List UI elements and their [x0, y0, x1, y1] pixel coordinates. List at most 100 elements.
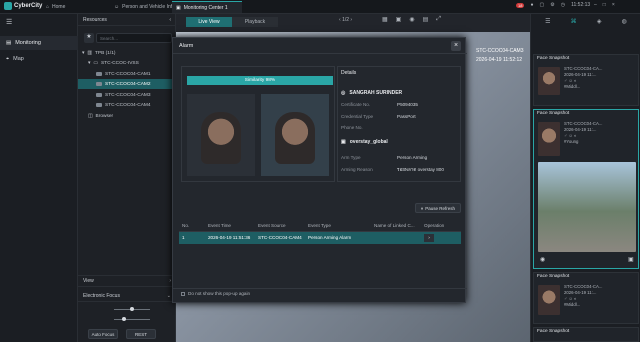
snapshot-thumbnail [538, 67, 560, 95]
detail-key: Certificate No. [341, 102, 371, 107]
close-icon[interactable]: × [451, 40, 461, 51]
dont-show-checkbox[interactable] [181, 291, 185, 296]
column-header: No. [179, 220, 205, 232]
face-tab-icon[interactable]: ⌘ [571, 18, 577, 25]
vehicle-icon[interactable]: ◈ [597, 18, 602, 25]
snapshot-title: Face Snapshot [537, 111, 570, 116]
cell-operation: › [421, 231, 461, 244]
registered-face-image [261, 94, 329, 176]
focus-slider[interactable] [114, 319, 150, 320]
tree-device[interactable]: ▾ ▭ STC-CCOC-IVSS [78, 58, 176, 68]
tree-cam3[interactable]: STC-CCOC04-CAM3 [78, 90, 176, 100]
next-page-icon[interactable]: › [350, 17, 352, 23]
tab-live-view[interactable]: Live View [186, 17, 232, 27]
browser-icon: ◫ [88, 113, 93, 119]
column-header: Event Source [255, 220, 305, 232]
view-label: View [83, 278, 94, 284]
column-header: Name of Linked C... [371, 220, 421, 232]
snapshot-info: STC-CCOC04-CA... 2026-04-19 11:... ♂ ☺ ◐… [564, 66, 602, 90]
fullscreen-icon[interactable]: ⤢ [436, 16, 441, 23]
alarm-count-badge[interactable]: 18 [516, 2, 525, 8]
list-icon[interactable]: ☰ [545, 18, 550, 25]
nav-map-label: Map [13, 56, 24, 62]
app-name: CyberCity [14, 3, 43, 9]
tree-cam-label: STC-CCOC04-CAM1 [105, 71, 151, 77]
focus-header[interactable]: Electronic Focus ⌄ [78, 290, 176, 302]
resources-title: Resources [83, 16, 107, 23]
tree-cam2[interactable]: STC-CCOC04-CAM2 [78, 79, 176, 89]
resources-panel: Resources ‹ ★ Search... ▾ ▥ TPB (1/1) ▾ … [78, 14, 176, 342]
tree-root-label: TPB (1/1) [94, 50, 116, 56]
screenshot-icon[interactable]: ▣ [396, 16, 402, 23]
tree-browser-label: Browser [95, 113, 114, 119]
nav-map[interactable]: ⌖ Map [0, 52, 78, 66]
snapshot-title: Face Snapshot [537, 56, 570, 61]
similarity-bar: Similarity 98% [187, 76, 333, 85]
collapse-icon[interactable]: ‹ [169, 17, 171, 23]
expand-icon[interactable]: ▾ [82, 51, 84, 56]
settings-icon[interactable]: ⚙ [550, 2, 554, 8]
chevron-right-icon: › [169, 278, 171, 284]
pause-icon: ⏸ [420, 205, 424, 211]
maximize-icon[interactable]: □ [603, 2, 606, 8]
expand-image-icon[interactable]: ▣ [628, 256, 634, 263]
reset-button[interactable]: REST [126, 329, 156, 339]
tab-playback[interactable]: Playback [232, 17, 278, 27]
view-header[interactable]: View › [78, 275, 176, 287]
body-icon[interactable]: ◍ [622, 18, 627, 25]
table-row[interactable]: 1 2026-04-19 11:51:36 STC-CCOC04-CAM4 Pe… [179, 231, 461, 244]
tab-home[interactable]: ⌂ Home [42, 1, 69, 13]
app-brand: CyberCity [4, 2, 42, 10]
nav-monitoring-label: Monitoring [15, 40, 41, 46]
lock-icon[interactable]: ▢ [539, 2, 544, 8]
detail-row: Phone No. [341, 125, 461, 130]
tree-cam4[interactable]: STC-CCOC04-CAM4 [78, 100, 176, 110]
detail-value: P5094035 [397, 102, 418, 107]
tree-browser[interactable]: ◫ Browser [78, 111, 176, 121]
snapshot-tag: #Middl... [564, 84, 581, 89]
expand-icon[interactable]: ▾ [88, 61, 90, 66]
event-table: No. Event Time Event Source Event Type N… [179, 220, 461, 244]
menu-icon[interactable]: ☰ [6, 18, 12, 26]
person-name-row: ◎ SANGRAH SURINDER [341, 90, 402, 96]
resource-search-input[interactable]: Search... [96, 33, 172, 43]
map-icon: ⌖ [6, 55, 10, 62]
alarm-dialog-header: Alarm × [173, 38, 467, 54]
favorite-icon[interactable]: ★ [84, 33, 94, 43]
tab-monitoring-center[interactable]: ▣ Monitoring Center 1 [172, 1, 242, 13]
column-header: Event Time [205, 220, 255, 232]
tree-cam-label: STC-CCOC04-CAM2 [105, 81, 151, 87]
snapshot-card[interactable]: Face Snapshot STC-CCOC04-CA... 2026-04-1… [533, 54, 639, 106]
auto-focus-button[interactable]: Auto Focus [88, 329, 118, 339]
snapshot-card[interactable]: Face Snapshot STC-CCOC04-CA... 2026-04-1… [533, 272, 639, 324]
pause-refresh-button[interactable]: ⏸ Pause Refresh [415, 203, 461, 213]
cell-linked [371, 231, 421, 244]
tree-cam1[interactable]: STC-CCOC04-CAM1 [78, 69, 176, 79]
minimize-icon[interactable]: – [594, 2, 597, 8]
focus-slider-handle[interactable] [122, 317, 126, 321]
page-number: 1/2 [342, 17, 350, 23]
home-icon: ⌂ [46, 4, 50, 10]
record-icon[interactable]: ◉ [409, 16, 414, 23]
snapshot-card[interactable]: Face Snapshot [533, 327, 639, 342]
tree-root[interactable]: ▾ ▥ TPB (1/1) [78, 48, 176, 58]
details-title: Details [341, 70, 357, 76]
dont-show-option[interactable]: Do not show this pop-up again [181, 291, 250, 296]
details-section [337, 66, 461, 182]
snapshot-tabs: ☰ ⌘ ◈ ◍ [535, 18, 637, 25]
close-window-icon[interactable]: × [612, 2, 615, 8]
user-icon[interactable]: ● [530, 2, 533, 8]
prev-page-icon[interactable]: ‹ [339, 17, 341, 23]
detail-row: Certificate No. P5094035 [341, 102, 461, 107]
layout-icon[interactable]: ▦ [382, 16, 388, 23]
nav-monitoring[interactable]: ▤ Monitoring [0, 36, 78, 50]
snapshot-scene-image[interactable] [538, 162, 636, 252]
go-arrow-icon[interactable]: › [424, 233, 434, 242]
snapshot-card-selected[interactable]: Face Snapshot STC-CCOC04-CA... 2026-04-1… [533, 109, 639, 269]
detail-row: Credential Type PassPort [341, 114, 461, 119]
camera-icon [96, 82, 102, 86]
overlay-camera-name: STC-CCOC04-CAM3 [476, 48, 524, 54]
grid-icon[interactable]: ▤ [423, 16, 429, 23]
play-icon[interactable]: ◉ [540, 256, 545, 263]
zoom-slider-handle[interactable] [130, 307, 134, 311]
